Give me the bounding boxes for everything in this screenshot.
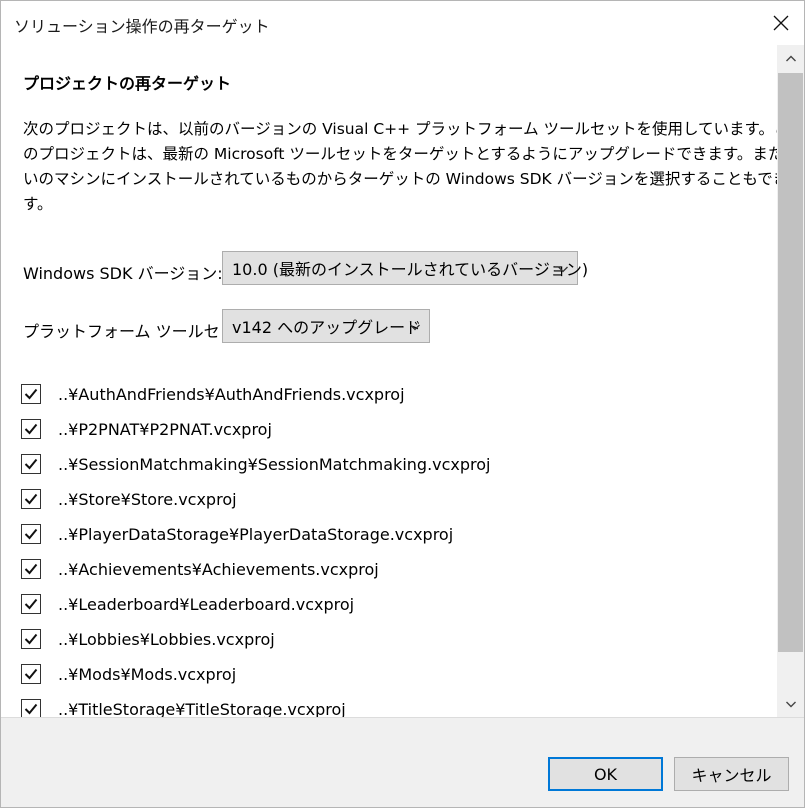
sdk-version-value: 10.0 (最新のインストールされているバージョン) xyxy=(232,260,589,279)
project-label: ..¥TitleStorage¥TitleStorage.vcxproj xyxy=(58,699,346,718)
sdk-version-dropdown[interactable]: 10.0 (最新のインストールされているバージョン) xyxy=(222,251,588,285)
project-label: ..¥Achievements¥Achievements.vcxproj xyxy=(58,559,379,579)
platform-toolset-value: v142 へのアップグレード xyxy=(232,318,422,337)
section-title: プロジェクトの再ターゲット xyxy=(23,74,232,93)
list-item[interactable]: ..¥Mods¥Mods.vcxproj xyxy=(21,659,236,689)
checkmark-icon xyxy=(24,703,38,715)
project-label: ..¥P2PNAT¥P2PNAT.vcxproj xyxy=(58,419,272,439)
project-label: ..¥Leaderboard¥Leaderboard.vcxproj xyxy=(58,594,355,614)
description: 次のプロジェクトは、以前のバージョンの Visual C++ プラットフォーム … xyxy=(23,117,777,217)
list-item[interactable]: ..¥Leaderboard¥Leaderboard.vcxproj xyxy=(21,589,354,619)
project-label: ..¥Store¥Store.vcxproj xyxy=(58,489,237,509)
chevron-down-icon xyxy=(785,701,796,707)
project-checkbox[interactable] xyxy=(21,664,41,684)
project-checkbox[interactable] xyxy=(21,629,41,649)
scroll-up-button[interactable] xyxy=(777,45,804,72)
platform-toolset-dropdown[interactable]: v142 へのアップグレード xyxy=(222,309,430,343)
list-item[interactable]: ..¥SessionMatchmaking¥SessionMatchmaking… xyxy=(21,449,491,479)
project-checkbox[interactable] xyxy=(21,699,41,717)
dialog-footer: OK キャンセル xyxy=(1,717,804,807)
checkmark-icon xyxy=(24,388,38,400)
content-area: プロジェクトの再ターゲット 次のプロジェクトは、以前のバージョンの Visual… xyxy=(1,45,777,717)
checkmark-icon xyxy=(24,598,38,610)
list-item[interactable]: ..¥Achievements¥Achievements.vcxproj xyxy=(21,554,379,584)
project-checkbox[interactable] xyxy=(21,559,41,579)
checkmark-icon xyxy=(24,563,38,575)
checkmark-icon xyxy=(24,458,38,470)
retarget-dialog: ソリューション操作の再ターゲット プロジェクトの再ターゲット 次のプロジェクトは… xyxy=(0,0,805,808)
description-line: のプロジェクトは、最新の Microsoft ツールセットをターゲットとするよう… xyxy=(23,145,777,163)
description-line: 次のプロジェクトは、以前のバージョンの Visual C++ プラットフォーム … xyxy=(23,120,777,138)
sdk-version-label: Windows SDK バージョン: xyxy=(23,264,223,283)
list-item[interactable]: ..¥PlayerDataStorage¥PlayerDataStorage.v… xyxy=(21,519,453,549)
chevron-up-icon xyxy=(785,55,796,61)
close-button[interactable] xyxy=(758,1,804,45)
title-bar: ソリューション操作の再ターゲット xyxy=(1,1,804,45)
list-item[interactable]: ..¥AuthAndFriends¥AuthAndFriends.vcxproj xyxy=(21,379,405,409)
project-checkbox[interactable] xyxy=(21,454,41,474)
checkmark-icon xyxy=(24,528,38,540)
vertical-scrollbar[interactable] xyxy=(777,45,804,717)
checkmark-icon xyxy=(24,493,38,505)
checkmark-icon xyxy=(24,633,38,645)
cancel-button[interactable]: キャンセル xyxy=(674,757,789,791)
project-checkbox[interactable] xyxy=(21,594,41,614)
project-checkbox[interactable] xyxy=(21,384,41,404)
checkmark-icon xyxy=(24,423,38,435)
checkmark-icon xyxy=(24,668,38,680)
project-label: ..¥AuthAndFriends¥AuthAndFriends.vcxproj xyxy=(58,384,405,404)
list-item[interactable]: ..¥Store¥Store.vcxproj xyxy=(21,484,237,514)
close-icon xyxy=(773,15,789,31)
description-line: いのマシンにインストールされているものからターゲットの Windows SDK … xyxy=(23,170,777,188)
project-checkbox[interactable] xyxy=(21,524,41,544)
list-item[interactable]: ..¥Lobbies¥Lobbies.vcxproj xyxy=(21,624,275,654)
project-label: ..¥Lobbies¥Lobbies.vcxproj xyxy=(58,629,275,649)
chevron-down-icon xyxy=(410,324,420,331)
list-item[interactable]: ..¥TitleStorage¥TitleStorage.vcxproj xyxy=(21,694,346,717)
ok-button[interactable]: OK xyxy=(548,757,663,791)
project-checkbox[interactable] xyxy=(21,489,41,509)
chevron-down-icon xyxy=(558,266,568,273)
scroll-down-button[interactable] xyxy=(777,690,804,717)
scroll-thumb[interactable] xyxy=(778,73,803,652)
window-title: ソリューション操作の再ターゲット xyxy=(14,17,270,36)
project-label: ..¥SessionMatchmaking¥SessionMatchmaking… xyxy=(58,454,491,474)
description-line: す。 xyxy=(23,195,53,213)
project-checkbox[interactable] xyxy=(21,419,41,439)
project-label: ..¥Mods¥Mods.vcxproj xyxy=(58,664,237,684)
project-label: ..¥PlayerDataStorage¥PlayerDataStorage.v… xyxy=(58,524,454,544)
list-item[interactable]: ..¥P2PNAT¥P2PNAT.vcxproj xyxy=(21,414,272,444)
